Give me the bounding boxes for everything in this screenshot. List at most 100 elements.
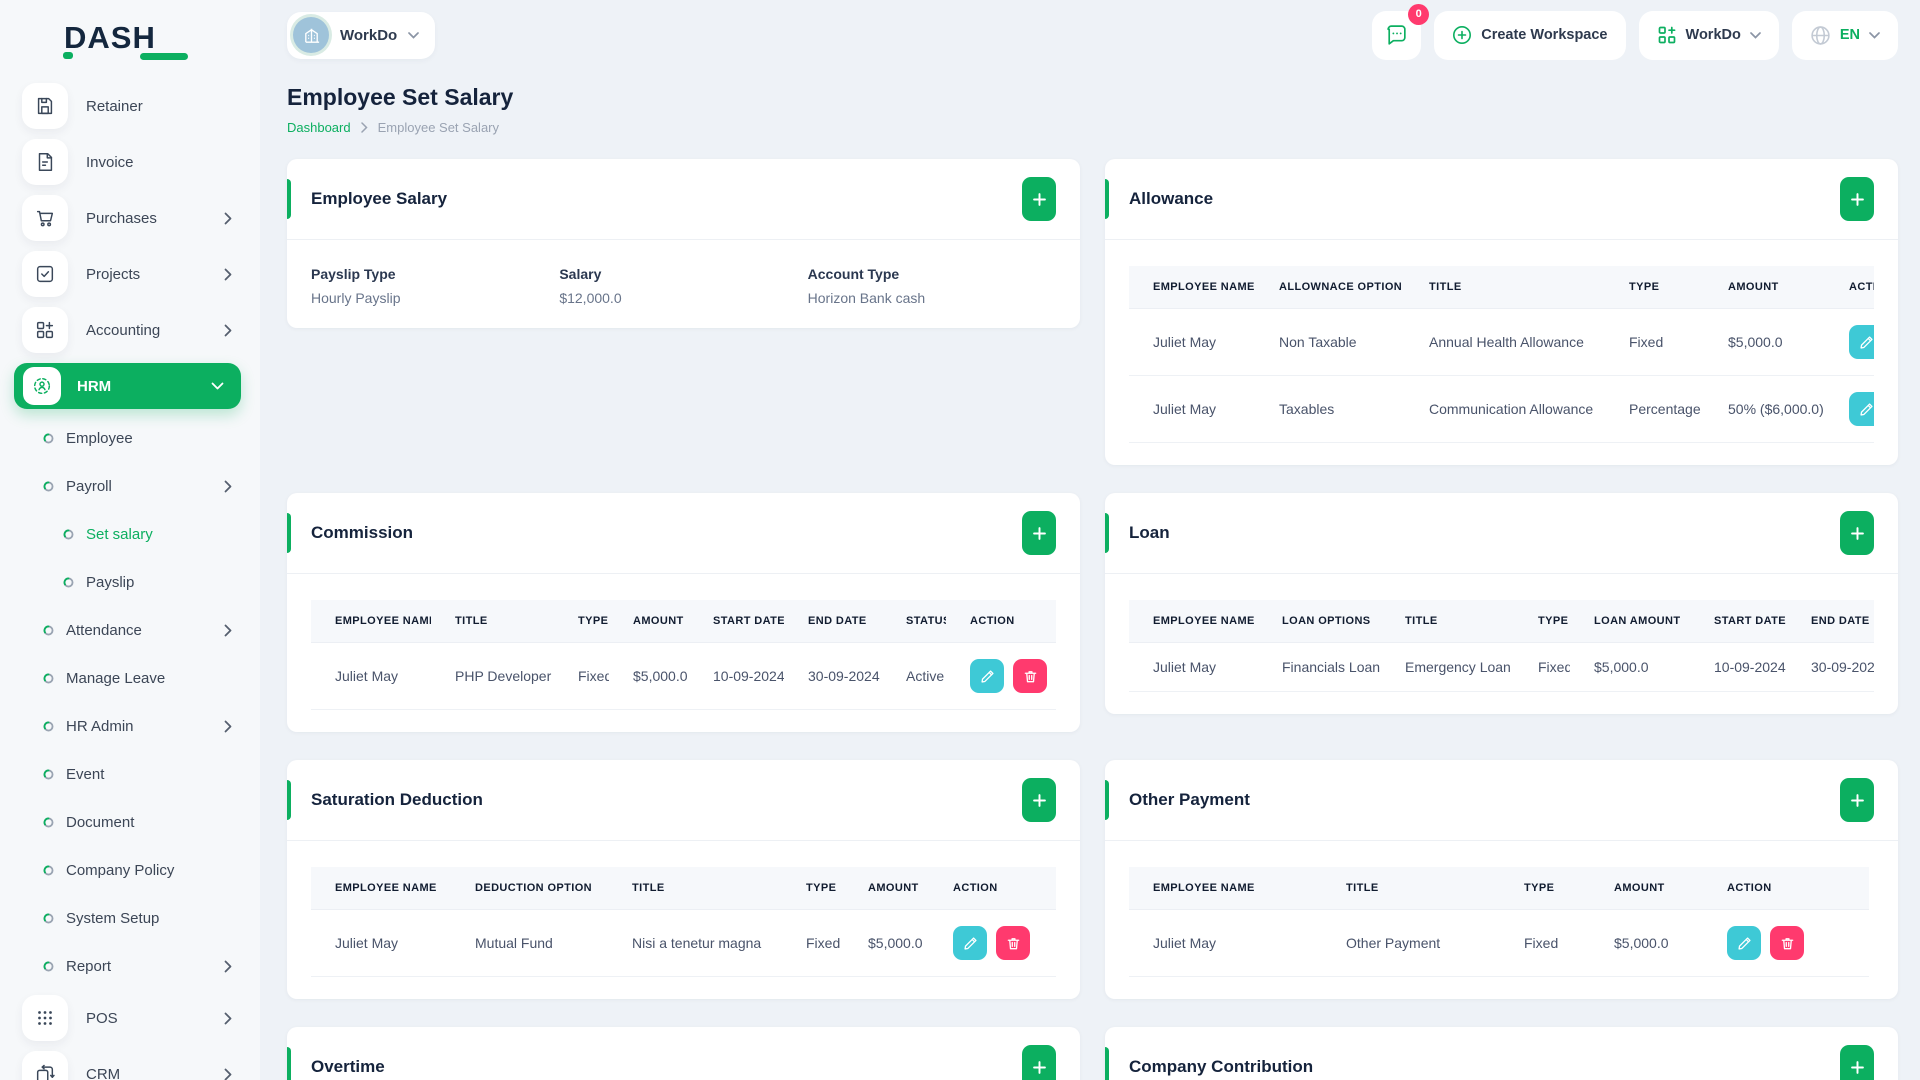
table-cell: $5,000.0	[1590, 909, 1703, 977]
actions-cell	[1825, 308, 1874, 376]
table-cell: $5,000.0	[1704, 308, 1825, 376]
projects-icon	[36, 265, 54, 283]
sidebar-item-event[interactable]: Event	[0, 750, 260, 798]
sidebar-item-crm[interactable]: CRM	[0, 1046, 260, 1080]
sidebar-item-payroll[interactable]: Payroll	[0, 462, 260, 510]
field-salary: Salary $12,000.0	[559, 266, 807, 306]
edit-button[interactable]	[1849, 392, 1874, 426]
edit-button[interactable]	[1849, 325, 1874, 359]
field-value: Hourly Payslip	[311, 290, 401, 306]
sidebar-item-hrm[interactable]: HRM	[14, 363, 241, 409]
language-button[interactable]: EN	[1791, 10, 1898, 60]
chevron-right-icon	[224, 268, 232, 280]
column-header: TYPE	[1500, 867, 1590, 910]
table-container: EMPLOYEE NAME DEDUCTION OPTION TITLE TYPE AM…	[311, 867, 1056, 977]
sidebar-item-employee[interactable]: Employee	[0, 414, 260, 462]
card-accent-bar	[1105, 1047, 1109, 1080]
card-accent-bar	[1105, 780, 1109, 820]
pencil-icon	[1737, 936, 1751, 950]
topbar: WorkDo 0 Create Workspace WorkDo EN	[287, 0, 1898, 70]
table-cell: 30-09-2024	[1787, 642, 1874, 692]
sidebar-item-set-salary[interactable]: Set salary	[0, 510, 260, 558]
sidebar-item-invoice[interactable]: Invoice	[0, 134, 260, 190]
card-accent-bar	[287, 1047, 291, 1080]
table-header-row: EMPLOYEE NAME DEDUCTION OPTION TITLE TYPE AM…	[311, 867, 1056, 910]
app-root: DASH Retainer Invoice Purchases Projects Acc…	[0, 0, 1920, 1080]
sidebar-item-label: Document	[66, 813, 135, 831]
chevron-right-icon	[224, 268, 232, 281]
sidebar-nav: Retainer Invoice Purchases Projects Accounti…	[0, 78, 260, 1080]
submenu-bullet-icon	[63, 529, 74, 539]
messages-button[interactable]: 0	[1372, 3, 1430, 60]
table-container: EMPLOYEE NAME TITLE TYPE AMOUNT START DATE EN…	[311, 600, 1056, 710]
delete-button[interactable]	[996, 926, 1030, 960]
add-commission-button[interactable]	[1022, 511, 1056, 555]
table-cell: 30-09-2024	[784, 642, 882, 710]
table-header-row: EMPLOYEE NAME TITLE TYPE AMOUNT START DATE EN…	[311, 600, 1056, 643]
delete-button[interactable]	[1013, 659, 1047, 693]
workdo-menu-label: WorkDo	[1685, 27, 1741, 43]
globe-icon	[1811, 25, 1830, 45]
sidebar-item-pos[interactable]: POS	[0, 990, 260, 1046]
chevron-right-icon	[224, 1012, 232, 1025]
table-allowance: EMPLOYEE NAME ALLOWNACE OPTION TITLE TYPE AM…	[1129, 266, 1874, 443]
sidebar-item-accounting[interactable]: Accounting	[0, 302, 260, 358]
sidebar-item-attendance[interactable]: Attendance	[0, 606, 260, 654]
sidebar-item-purchases[interactable]: Purchases	[0, 190, 260, 246]
edit-button[interactable]	[953, 926, 987, 960]
sidebar-item-label: Company Policy	[66, 861, 175, 879]
add-company-contribution-button[interactable]	[1840, 1045, 1874, 1080]
delete-button[interactable]	[1770, 926, 1804, 960]
sidebar-item-report[interactable]: Report	[0, 942, 260, 990]
table-container: EMPLOYEE NAME TITLE TYPE AMOUNT ACTION Juliet…	[1129, 867, 1874, 977]
sidebar-item-retainer[interactable]: Retainer	[0, 78, 260, 134]
add-employee-salary-button[interactable]	[1022, 177, 1056, 221]
card-loan: Loan EMPLOYEE NAME LOAN OPTIONS TITLE TYPE LO…	[1105, 493, 1898, 714]
card-allowance: Allowance EMPLOYEE NAME ALLOWNACE OPTION TI…	[1105, 159, 1898, 465]
hrm-icon	[33, 377, 51, 395]
submenu-bullet-icon	[43, 673, 54, 683]
column-header: ACTION	[946, 600, 1056, 643]
table-other-payment: EMPLOYEE NAME TITLE TYPE AMOUNT ACTION Juliet…	[1129, 867, 1869, 977]
column-header: START DATE	[1690, 600, 1787, 643]
sidebar-item-label: Purchases	[86, 209, 157, 227]
sidebar-item-manage-leave[interactable]: Manage Leave	[0, 654, 260, 702]
sidebar-item-label: System Setup	[66, 909, 160, 927]
card-title: Loan	[1129, 523, 1170, 542]
workdo-apps-button[interactable]: WorkDo	[1638, 10, 1779, 60]
breadcrumb-dashboard-link[interactable]: Dashboard	[287, 120, 351, 135]
card-header: Allowance	[1105, 159, 1898, 239]
table-cell: Fixed	[782, 909, 844, 977]
sidebar-item-hr-admin[interactable]: HR Admin	[0, 702, 260, 750]
workspace-switcher[interactable]: WorkDo	[287, 11, 436, 59]
add-allowance-button[interactable]	[1840, 177, 1874, 221]
table-cell: Juliet May	[1129, 909, 1322, 977]
add-overtime-button[interactable]	[1022, 1045, 1056, 1080]
sidebar-item-payslip[interactable]: Payslip	[0, 558, 260, 606]
add-saturation-deduction-button[interactable]	[1022, 778, 1056, 822]
logo-accent-dot	[63, 52, 73, 59]
submenu-bullet-icon	[43, 913, 54, 923]
create-workspace-button[interactable]: Create Workspace	[1434, 10, 1626, 60]
column-header: DEDUCTION OPTION	[451, 867, 608, 910]
add-other-payment-button[interactable]	[1840, 778, 1874, 822]
card-commission: Commission EMPLOYEE NAME TITLE TYPE AMOUNT ST…	[287, 493, 1080, 732]
sidebar-item-system-setup[interactable]: System Setup	[0, 894, 260, 942]
table-cell: Financials Loan	[1258, 642, 1381, 692]
submenu-bullet-icon	[63, 529, 74, 540]
sidebar-item-company-policy[interactable]: Company Policy	[0, 846, 260, 894]
column-header: EMPLOYEE NAME	[1129, 867, 1322, 910]
table-cell: PHP Developer	[431, 642, 554, 710]
submenu-bullet-icon	[43, 433, 54, 444]
add-loan-button[interactable]	[1840, 511, 1874, 555]
app-logo[interactable]: DASH	[63, 20, 188, 60]
card-title: Saturation Deduction	[311, 790, 483, 809]
field-value: Horizon Bank cash	[807, 290, 926, 306]
sidebar-item-projects[interactable]: Projects	[0, 246, 260, 302]
column-header: START DATE	[689, 600, 784, 643]
chevron-right-icon	[224, 212, 232, 224]
pencil-icon	[1859, 402, 1873, 416]
sidebar-item-document[interactable]: Document	[0, 798, 260, 846]
edit-button[interactable]	[970, 659, 1004, 693]
edit-button[interactable]	[1727, 926, 1761, 960]
